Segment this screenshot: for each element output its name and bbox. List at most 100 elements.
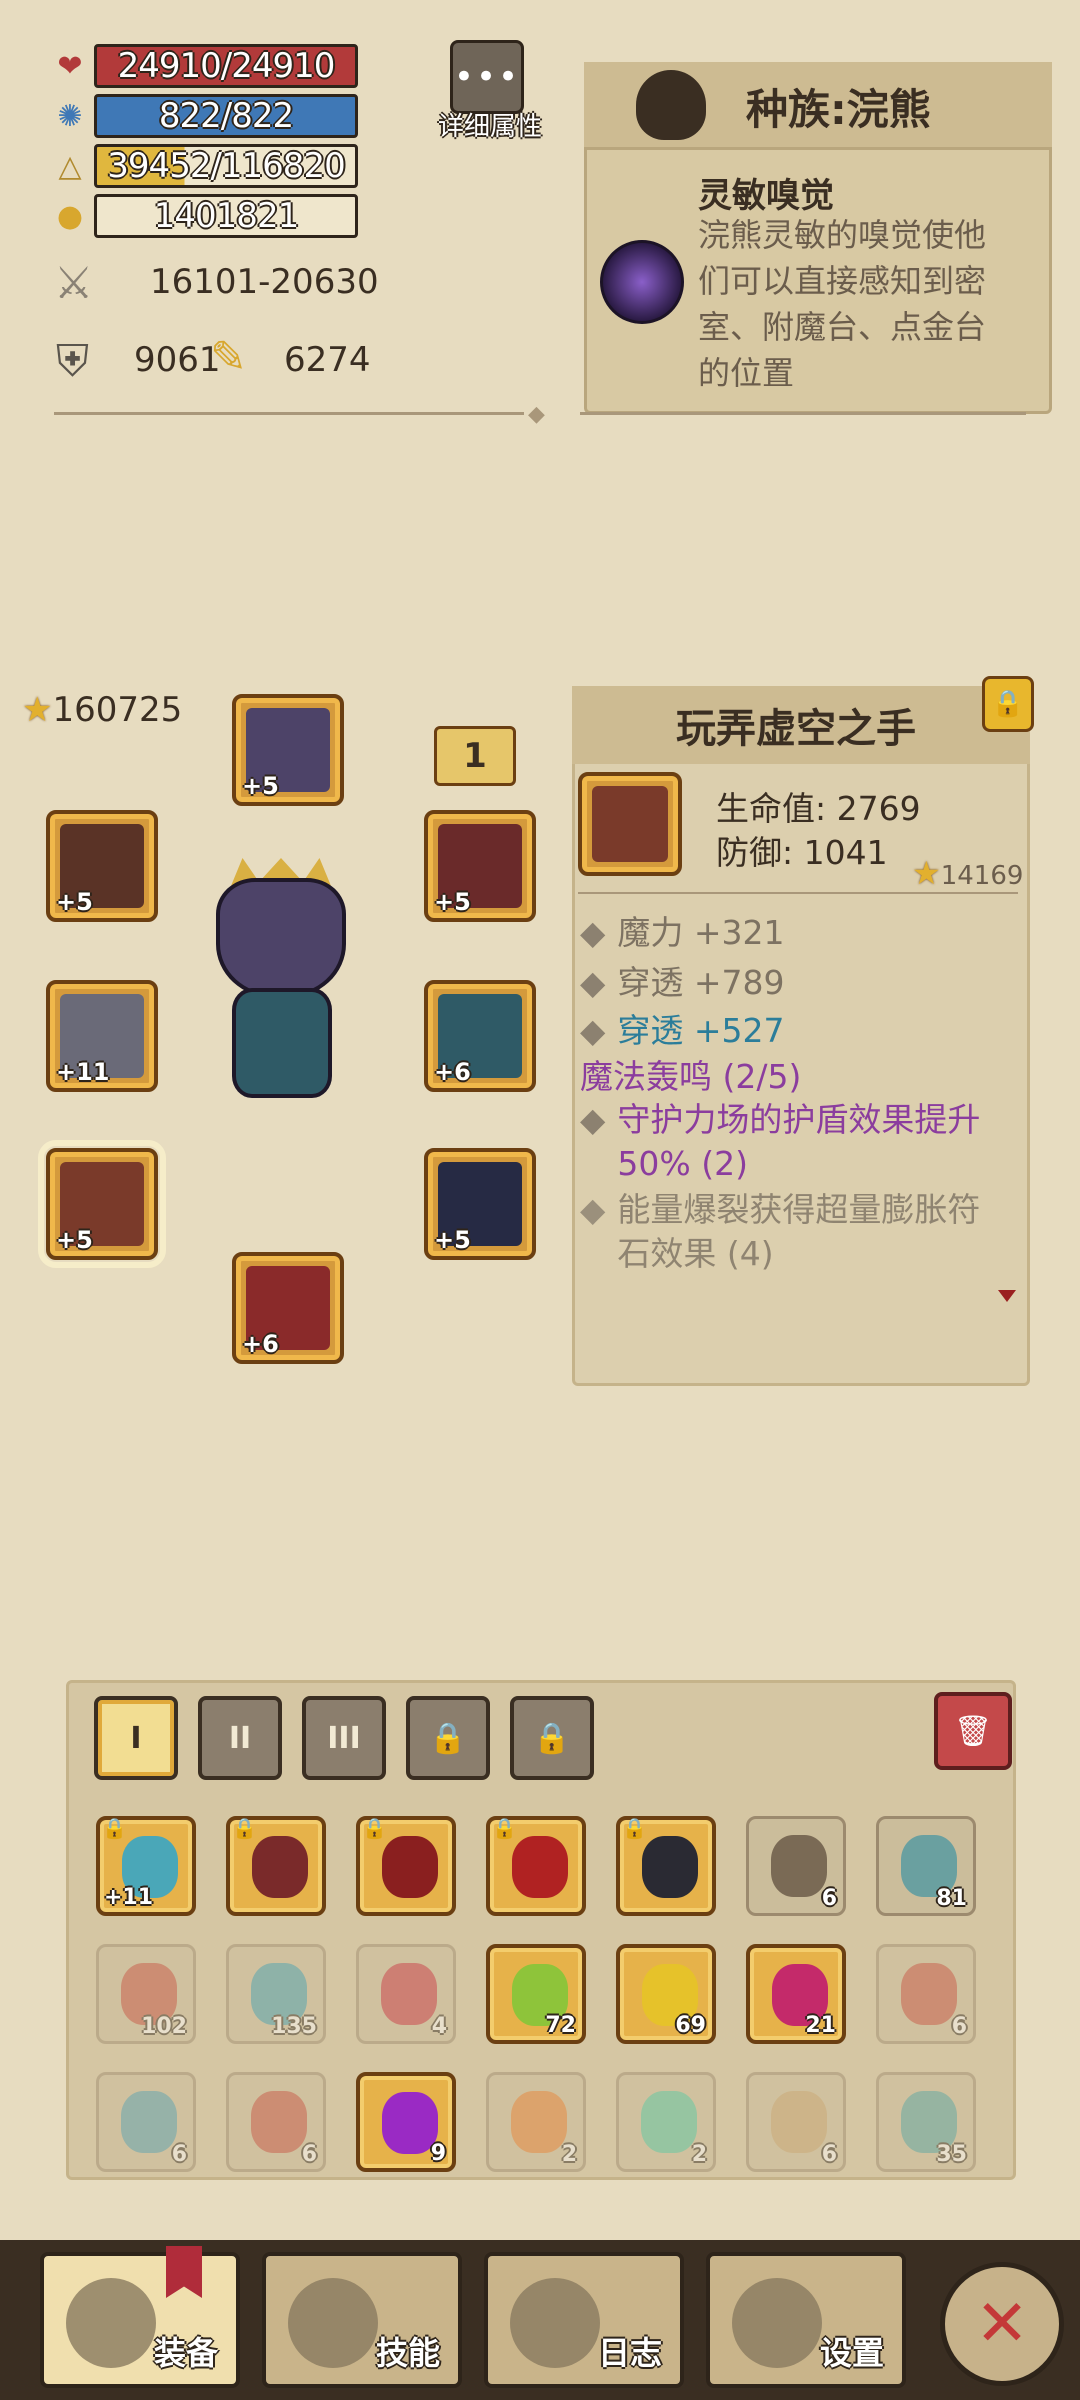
item-score: ★14169 — [912, 854, 1024, 892]
nav-settings-label: 设置 — [819, 2334, 884, 2372]
raccoon-icon — [636, 70, 706, 140]
lock-icon: 🔒 — [622, 1816, 647, 1840]
inventory-slot[interactable]: 21 — [746, 1944, 846, 2044]
magic-value: 6274 — [284, 340, 371, 380]
magic-staff-icon: ✎ — [210, 332, 247, 383]
inventory-slot[interactable]: 69 — [616, 1944, 716, 2044]
item-count: 6 — [821, 2142, 837, 2167]
trash-icon[interactable]: 🗑 — [934, 1692, 1012, 1770]
inventory-slot[interactable]: 72 — [486, 1944, 586, 2044]
inventory-slot[interactable]: 6 — [876, 1944, 976, 2044]
tab-bag-locked-4[interactable]: 🔒 — [406, 1696, 490, 1780]
inventory-slot[interactable]: 🔒 — [486, 1816, 586, 1916]
slot-boots[interactable]: +6 — [232, 1252, 344, 1364]
item-count: 6 — [301, 2142, 317, 2167]
item-icon — [382, 2092, 438, 2154]
item-count: 6 — [951, 2014, 967, 2039]
trait-description: 浣熊灵敏的嗅觉使他们可以直接感知到密室、附魔台、点金台的位置 — [698, 216, 987, 392]
inventory-slot[interactable]: 81 — [876, 1816, 976, 1916]
hp-row: ❤ 24910/24910 — [50, 44, 358, 88]
mp-row: ✺ 822/822 — [50, 94, 358, 138]
inventory-slot[interactable]: 35 — [876, 2072, 976, 2172]
tab-bag-1[interactable]: I — [94, 1696, 178, 1780]
scroll-down-icon[interactable] — [998, 1290, 1016, 1302]
item-count: 6 — [821, 1886, 837, 1911]
item-count: 69 — [675, 2013, 706, 2038]
slot-armor[interactable]: +5 — [424, 1148, 536, 1260]
detail-attributes-button[interactable]: ••• — [450, 40, 524, 114]
axe-icon — [66, 2278, 156, 2368]
item-icon — [251, 2091, 307, 2153]
item-count: 72 — [545, 2013, 576, 2038]
item-icon — [511, 2091, 567, 2153]
mp-bar: 822/822 — [94, 94, 358, 138]
item-icon — [121, 2091, 177, 2153]
inventory-slot[interactable]: 135 — [226, 1944, 326, 2044]
inventory-slot[interactable]: 🔒 +11 — [96, 1816, 196, 1916]
detail-attributes-label[interactable]: 详细属性 — [420, 106, 560, 143]
attack-value: 16101-20630 — [150, 262, 379, 302]
inventory-slot[interactable]: 6 — [746, 1816, 846, 1916]
gold-row: ● 1401821 — [50, 194, 358, 238]
slot-weapon[interactable]: +11 — [46, 980, 158, 1092]
lock-icon: 🔒 — [102, 1816, 127, 1840]
nav-skills-button[interactable]: 技能 — [262, 2252, 462, 2388]
slot-amulet[interactable]: +5 — [46, 810, 158, 922]
lock-icon: 🔒 — [232, 1816, 257, 1840]
nav-settings-button[interactable]: 设置 — [706, 2252, 906, 2388]
inventory-slot[interactable]: 9 — [356, 2072, 456, 2172]
inventory-slot[interactable]: 🔒 — [616, 1816, 716, 1916]
inventory-slot[interactable]: 102 — [96, 1944, 196, 2044]
inventory-slot[interactable]: 🔒 — [226, 1816, 326, 1916]
slot-shoulders[interactable]: +6 — [424, 980, 536, 1092]
star-icon: ★ — [912, 854, 941, 892]
attr-penetration-1: ◆ 穿透 +789 — [580, 963, 785, 1002]
hero-head — [216, 878, 346, 998]
nav-equip-label: 装备 — [153, 2334, 218, 2372]
nav-log-button[interactable]: 日志 — [484, 2252, 684, 2388]
close-button[interactable]: ✕ — [940, 2262, 1064, 2386]
inventory-slot[interactable]: 6 — [226, 2072, 326, 2172]
gold-coins-icon: ● — [56, 198, 84, 234]
lock-icon: 🔒 — [362, 1816, 387, 1840]
tab-bag-locked-5[interactable]: 🔒 — [510, 1696, 594, 1780]
nav-equip-button[interactable]: 装备 — [40, 2252, 240, 2388]
slot-cloak[interactable]: +5 — [424, 810, 536, 922]
set-bonus-2: ◆ 能量爆裂获得超量膨胀符石效果 (4) — [580, 1190, 981, 1273]
item-icon — [252, 1836, 308, 1898]
tab-bag-2[interactable]: II — [198, 1696, 282, 1780]
slot-helmet[interactable]: +5 — [232, 694, 344, 806]
loadout-tag[interactable]: 1 — [434, 726, 516, 786]
lock-icon: 🔒 — [533, 1720, 571, 1756]
item-icon — [642, 1836, 698, 1898]
item-icon — [771, 1835, 827, 1897]
divider-right — [580, 412, 1026, 415]
race-title: 种族:浣熊 — [746, 85, 931, 134]
inventory-slot[interactable]: 6 — [96, 2072, 196, 2172]
inventory-slot[interactable]: 🔒 — [356, 1816, 456, 1916]
defense-value: 9061 — [134, 340, 221, 380]
slot-gloves[interactable]: +5 — [38, 1140, 166, 1268]
inventory-slot[interactable]: 2 — [486, 2072, 586, 2172]
inventory-slot[interactable]: 2 — [616, 2072, 716, 2172]
item-defense: 防御: 1041 — [716, 833, 888, 872]
item-level: +11 — [104, 1885, 154, 1910]
tab-bag-3[interactable]: III — [302, 1696, 386, 1780]
mana-icon: ✺ — [57, 98, 83, 134]
set-bonus-1: ◆ 守护力场的护盾效果提升50% (2) — [580, 1100, 981, 1183]
item-count: 6 — [171, 2142, 187, 2167]
inventory-slot[interactable]: 4 — [356, 1944, 456, 2044]
item-icon — [641, 2091, 697, 2153]
power-score: ★160725 — [22, 690, 183, 730]
inventory-slot[interactable]: 6 — [746, 2072, 846, 2172]
hero-body — [232, 988, 332, 1098]
trait-title: 灵敏嗅觉 — [698, 176, 834, 216]
hp-bar: 24910/24910 — [94, 44, 358, 88]
attr-penetration-2: ◆ 穿透 +527 — [580, 1011, 785, 1050]
item-name: 玩弄虚空之手 — [676, 706, 916, 752]
swords-icon: ⚔ — [54, 258, 94, 309]
hero-character — [196, 858, 366, 1128]
book-icon — [510, 2278, 600, 2368]
item-count: 102 — [141, 2014, 187, 2039]
lock-icon[interactable]: 🔒 — [982, 676, 1034, 732]
